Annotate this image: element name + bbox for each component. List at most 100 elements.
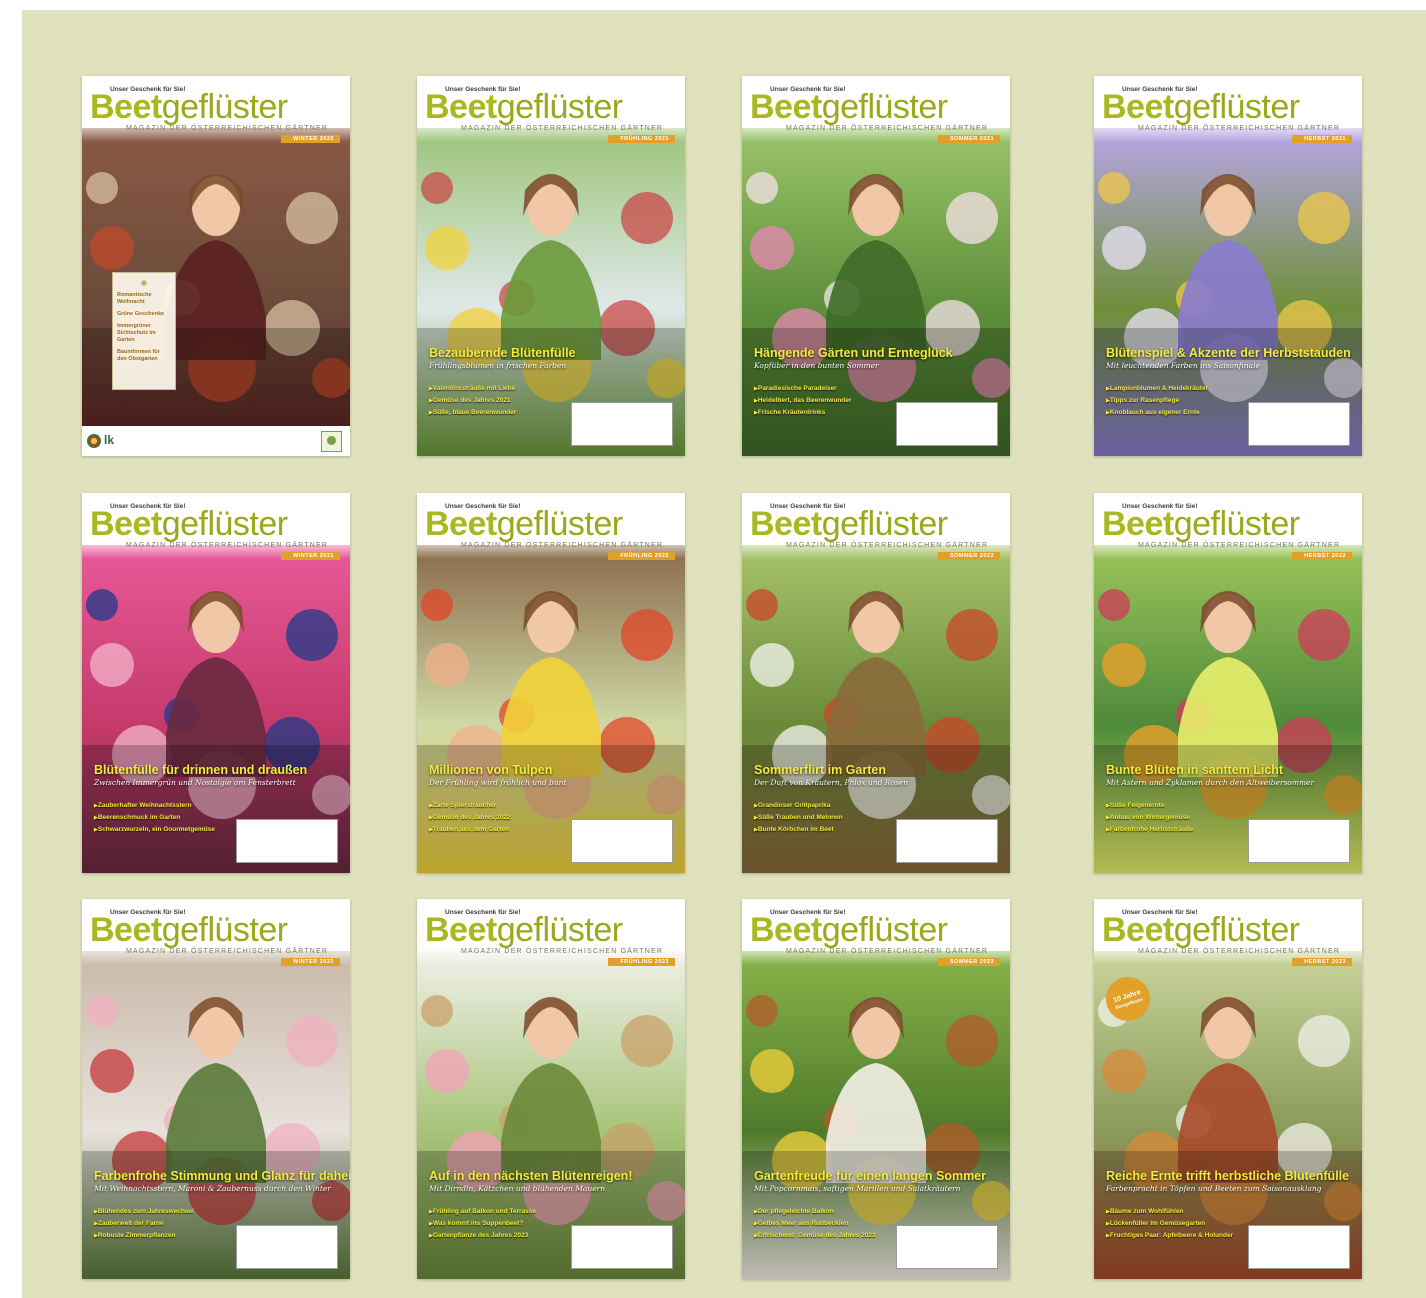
season-tag: FRÜHLING 2023 — [608, 958, 675, 966]
brand-logo: Beetgeflüster — [750, 505, 948, 543]
cover-headline: Hängende Gärten und Ernteglück — [754, 346, 953, 360]
magazine-cover[interactable]: Unser Geschenk für Sie! Beetgeflüster MAGA… — [1094, 76, 1362, 456]
magazine-subtitle: MAGAZIN DER ÖSTERREICHISCHEN GÄRTNER — [786, 125, 989, 132]
masthead: Unser Geschenk für Sie! Beetgeflüster MAGA… — [417, 493, 685, 560]
magazine-subtitle: MAGAZIN DER ÖSTERREICHISCHEN GÄRTNER — [1138, 125, 1341, 132]
toc-box: ❋ Romantische Weihnacht Grüne Geschenke Imm… — [112, 272, 176, 390]
cover-subheadline: Frühlingsblumen in frischen Farben — [429, 361, 567, 370]
address-label-box — [896, 402, 998, 446]
magazine-cover[interactable]: Unser Geschenk für Sie! Beetgeflüster MAGA… — [1094, 899, 1362, 1279]
cover-bullets: Bäume zum WohlfühlenLückenfüller im Gemü… — [1106, 1206, 1233, 1242]
cover-bullets: Zauberhafter WeihnachtssternBeerenschmuc… — [94, 800, 215, 836]
address-label-box — [896, 819, 998, 863]
bullet-item: Zauberwelt der Farne — [94, 1218, 194, 1230]
bullet-item: Gemüse des Jahres 2022 — [429, 812, 511, 824]
cover-headline: Millionen von Tulpen — [429, 763, 553, 777]
brand-logo: Beetgeflüster — [750, 88, 948, 126]
cover-bullets: Zarte SpiersträucherGemüse des Jahres 20… — [429, 800, 511, 836]
cover-subheadline: Mit Weihnachtsstern, Maroni & Zaubernuss… — [94, 1184, 331, 1193]
cover-subheadline: Zwischen Immergrün und Nostalgie am Fens… — [94, 778, 296, 787]
bullet-item: Grandioser Grillpaprika — [754, 800, 843, 812]
magazine-subtitle: MAGAZIN DER ÖSTERREICHISCHEN GÄRTNER — [1138, 948, 1341, 955]
address-label-box — [896, 1225, 998, 1269]
lk-logo: lk — [104, 433, 115, 447]
magazine-cover[interactable]: Unser Geschenk für Sie! Beetgeflüster MAGA… — [82, 493, 350, 873]
brand-logo: Beetgeflüster — [425, 505, 623, 543]
bullet-item: Gemüse des Jahres 2021 — [429, 395, 516, 407]
cover-subheadline: Mit leuchtenden Farben ins Saisonfinale — [1106, 361, 1260, 370]
magazine-cover[interactable]: Unser Geschenk für Sie! Beetgeflüster MAGA… — [417, 493, 685, 873]
cover-bullets: Der pflegeleichte BalkonGelbes Meer aus … — [754, 1206, 876, 1242]
magazine-cover[interactable]: Unser Geschenk für Sie! Beetgeflüster MAGA… — [417, 899, 685, 1279]
bullet-item: Blühendes zum Jahreswechsel — [94, 1206, 194, 1218]
cover-subheadline: Mit Dirndln, Kätzchen und blühenden Maue… — [429, 1184, 606, 1193]
bullet-item: Lückenfüller im Gemüsegarten — [1106, 1218, 1233, 1230]
bullet-item: Heidelbert, das Beerenwunder — [754, 395, 852, 407]
masthead: Unser Geschenk für Sie! Beetgeflüster MAGA… — [742, 493, 1010, 560]
ornament-icon: ❋ — [140, 279, 148, 288]
magazine-cover[interactable]: Unser Geschenk für Sie! Beetgeflüster MAGA… — [417, 76, 685, 456]
magazine-subtitle: MAGAZIN DER ÖSTERREICHISCHEN GÄRTNER — [786, 542, 989, 549]
bullet-item: Zauberhafter Weihnachtsstern — [94, 800, 215, 812]
toc-item: Grüne Geschenke — [117, 311, 165, 317]
toc-item: Romantische Weihnacht — [117, 292, 152, 305]
brand-logo: Beetgeflüster — [1102, 911, 1300, 949]
masthead: Unser Geschenk für Sie! Beetgeflüster MAGA… — [1094, 899, 1362, 966]
bullet-item: Anbau von Wintergemüse — [1106, 812, 1194, 824]
magazine-subtitle: MAGAZIN DER ÖSTERREICHISCHEN GÄRTNER — [126, 542, 329, 549]
cover-subheadline: Mit Popcornmais, saftigen Marillen und S… — [754, 1184, 961, 1193]
masthead: Unser Geschenk für Sie! Beetgeflüster MAGA… — [742, 899, 1010, 966]
bullet-item: Lampionblumen & Heidekräuter — [1106, 383, 1208, 395]
bullet-item: Farbenfrohe Herbststräuße — [1106, 824, 1194, 836]
cover-subheadline: Der Frühling wird fröhlich und bunt — [429, 778, 567, 787]
magazine-subtitle: MAGAZIN DER ÖSTERREICHISCHEN GÄRTNER — [461, 948, 664, 955]
magazine-subtitle: MAGAZIN DER ÖSTERREICHISCHEN GÄRTNER — [461, 542, 664, 549]
magazine-subtitle: MAGAZIN DER ÖSTERREICHISCHEN GÄRTNER — [126, 948, 329, 955]
season-tag: HERBST 2022 — [1292, 552, 1352, 560]
bullet-item: Der pflegeleichte Balkon — [754, 1206, 876, 1218]
masthead: Unser Geschenk für Sie! Beetgeflüster MAGA… — [417, 76, 685, 143]
magazine-subtitle: MAGAZIN DER ÖSTERREICHISCHEN GÄRTNER — [786, 948, 989, 955]
season-tag: WINTER 2022 — [281, 958, 340, 966]
bullet-item: Zarte Spiersträucher — [429, 800, 511, 812]
cover-headline: Auf in den nächsten Blütenreigen! — [429, 1169, 633, 1183]
bullet-item: Gelbes Meer aus Rudbeckien — [754, 1218, 876, 1230]
season-tag: HERBST 2021 — [1292, 135, 1352, 143]
bullet-item: Süße Trauben und Melonen — [754, 812, 843, 824]
cover-bullets: Lampionblumen & HeidekräuterTipps zur Ra… — [1106, 383, 1208, 419]
bullet-item: Erfrischend: Gemüse des Jahres 2023 — [754, 1230, 876, 1242]
cover-bullets: Grandioser GrillpaprikaSüße Trauben und … — [754, 800, 843, 836]
season-tag: SOMMER 2021 — [937, 135, 1000, 143]
cover-headline: Bunte Blüten in sanftem Licht — [1106, 763, 1284, 777]
brand-logo: Beetgeflüster — [90, 88, 288, 126]
masthead: Unser Geschenk für Sie! Beetgeflüster MAGA… — [417, 899, 685, 966]
seal-icon — [87, 434, 101, 448]
bullet-item: Paradiesische Paradeiser — [754, 383, 851, 395]
magazine-cover[interactable]: Unser Geschenk für Sie! Beetgeflüster MAGA… — [742, 76, 1010, 456]
brand-logo: Beetgeflüster — [90, 505, 288, 543]
address-label-box — [571, 402, 673, 446]
bullet-item: Robuste Zimmerpflanzen — [94, 1230, 194, 1242]
magazine-cover[interactable]: Unser Geschenk für Sie! Beetgeflüster MAGA… — [742, 899, 1010, 1279]
season-tag: FRÜHLING 2022 — [608, 552, 675, 560]
cover-headline: Reiche Ernte trifft herbstliche Blütenfü… — [1106, 1169, 1350, 1183]
cover-bullets: Frühling auf Balkon und TerrasseWas komm… — [429, 1206, 536, 1242]
bullet-item: Bunte Körbchen im Beet — [754, 824, 843, 836]
magazine-cover[interactable]: Unser Geschenk für Sie! Beetgeflüster MAGA… — [82, 76, 350, 456]
brand-logo: Beetgeflüster — [1102, 505, 1300, 543]
cover-subheadline: Mit Astern und Zyklamen durch den Altwei… — [1106, 778, 1315, 787]
cover-subheadline: Kopfüber in den bunten Sommer — [754, 361, 879, 370]
magazine-cover[interactable]: Unser Geschenk für Sie! Beetgeflüster MAGA… — [742, 493, 1010, 873]
masthead: Unser Geschenk für Sie! Beetgeflüster MAGA… — [82, 493, 350, 560]
magazine-cover[interactable]: Unser Geschenk für Sie! Beetgeflüster MAGA… — [1094, 493, 1362, 873]
brand-logo: Beetgeflüster — [90, 911, 288, 949]
masthead: Unser Geschenk für Sie! Beetgeflüster MAGA… — [82, 899, 350, 966]
toc-item: Baumformen für den Obstgarten — [117, 349, 160, 362]
bullet-item: Gartenpflanze des Jahres 2023 — [429, 1230, 536, 1242]
cover-bullets: Paradiesische ParadeiserHeidelbert, das … — [754, 383, 852, 419]
brand-logo: Beetgeflüster — [750, 911, 948, 949]
magazine-cover[interactable]: Unser Geschenk für Sie! Beetgeflüster MAGA… — [82, 899, 350, 1279]
cover-headline: Gartenfreude für einen langen Sommer — [754, 1169, 986, 1183]
masthead: Unser Geschenk für Sie! Beetgeflüster MAGA… — [1094, 493, 1362, 560]
bullet-item: Fruchtiges Paar: Apfelbeere & Holunder — [1106, 1230, 1233, 1242]
